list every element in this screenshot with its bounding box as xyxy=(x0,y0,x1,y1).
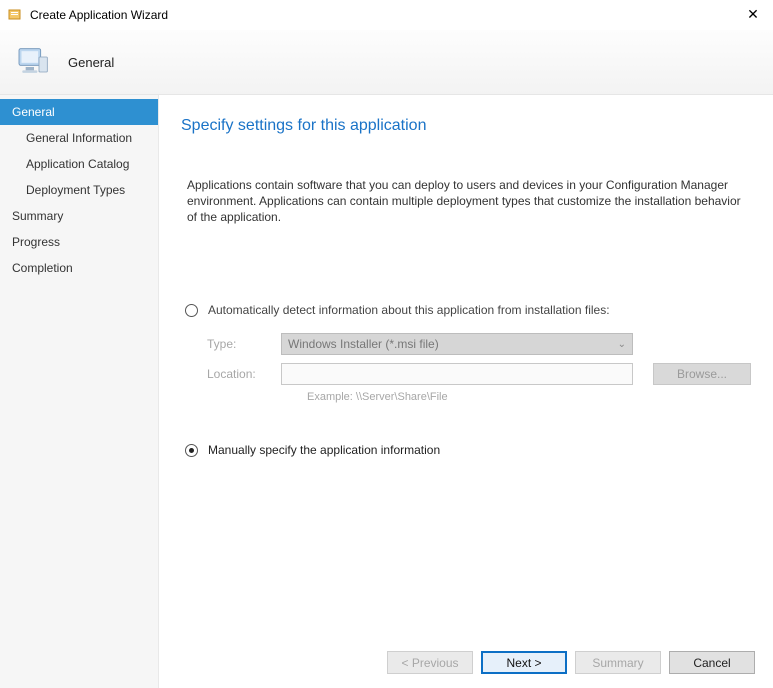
app-icon xyxy=(8,7,24,23)
location-input xyxy=(281,363,633,385)
header-banner: General xyxy=(0,30,773,95)
next-button[interactable]: Next > xyxy=(481,651,567,674)
radio-manual[interactable] xyxy=(185,444,198,457)
location-example: Example: \\Server\Share\File xyxy=(307,391,751,403)
button-label: < Previous xyxy=(401,656,458,670)
chevron-down-icon: ⌄ xyxy=(618,339,626,350)
type-dropdown: Windows Installer (*.msi file) ⌄ xyxy=(281,333,633,355)
sidebar-item-progress[interactable]: Progress xyxy=(0,229,158,255)
button-label: Summary xyxy=(592,656,643,670)
previous-button: < Previous xyxy=(387,651,473,674)
radio-row-manual[interactable]: Manually specify the application informa… xyxy=(181,443,751,457)
radio-row-auto-detect[interactable]: Automatically detect information about t… xyxy=(181,303,751,317)
radio-auto-detect[interactable] xyxy=(185,304,198,317)
close-icon: ✕ xyxy=(747,6,759,23)
sidebar-item-completion[interactable]: Completion xyxy=(0,255,158,281)
button-label: Cancel xyxy=(693,656,730,670)
sidebar: General General Information Application … xyxy=(0,95,159,688)
location-label: Location: xyxy=(207,367,281,381)
titlebar: Create Application Wizard ✕ xyxy=(0,0,773,30)
sidebar-item-label: General Information xyxy=(26,131,132,145)
browse-button-label: Browse... xyxy=(677,367,727,381)
browse-button: Browse... xyxy=(653,363,751,385)
header-step-label: General xyxy=(68,55,114,70)
intro-text: Applications contain software that you c… xyxy=(181,177,751,225)
sidebar-item-label: Summary xyxy=(12,209,63,223)
type-label: Type: xyxy=(207,337,281,351)
radio-manual-label: Manually specify the application informa… xyxy=(208,443,440,457)
page-heading: Specify settings for this application xyxy=(181,117,751,135)
cancel-button[interactable]: Cancel xyxy=(669,651,755,674)
sidebar-item-label: Progress xyxy=(12,235,60,249)
sidebar-item-deployment-types[interactable]: Deployment Types xyxy=(0,177,158,203)
window-title: Create Application Wizard xyxy=(30,8,168,22)
sidebar-item-summary[interactable]: Summary xyxy=(0,203,158,229)
sidebar-item-general-information[interactable]: General Information xyxy=(0,125,158,151)
sidebar-item-application-catalog[interactable]: Application Catalog xyxy=(0,151,158,177)
sidebar-item-general[interactable]: General xyxy=(0,99,158,125)
sidebar-item-label: Deployment Types xyxy=(26,183,125,197)
close-button[interactable]: ✕ xyxy=(739,4,767,24)
main-panel: Specify settings for this application Ap… xyxy=(159,95,773,688)
button-label: Next > xyxy=(506,656,541,670)
type-dropdown-value: Windows Installer (*.msi file) xyxy=(288,337,439,351)
auto-detect-form: Type: Windows Installer (*.msi file) ⌄ L… xyxy=(207,333,751,403)
radio-auto-detect-label: Automatically detect information about t… xyxy=(208,303,610,317)
computer-icon xyxy=(14,42,54,82)
summary-button: Summary xyxy=(575,651,661,674)
sidebar-item-label: Application Catalog xyxy=(26,157,129,171)
wizard-footer: < Previous Next > Summary Cancel xyxy=(387,651,755,674)
sidebar-item-label: General xyxy=(12,105,55,119)
sidebar-item-label: Completion xyxy=(12,261,73,275)
